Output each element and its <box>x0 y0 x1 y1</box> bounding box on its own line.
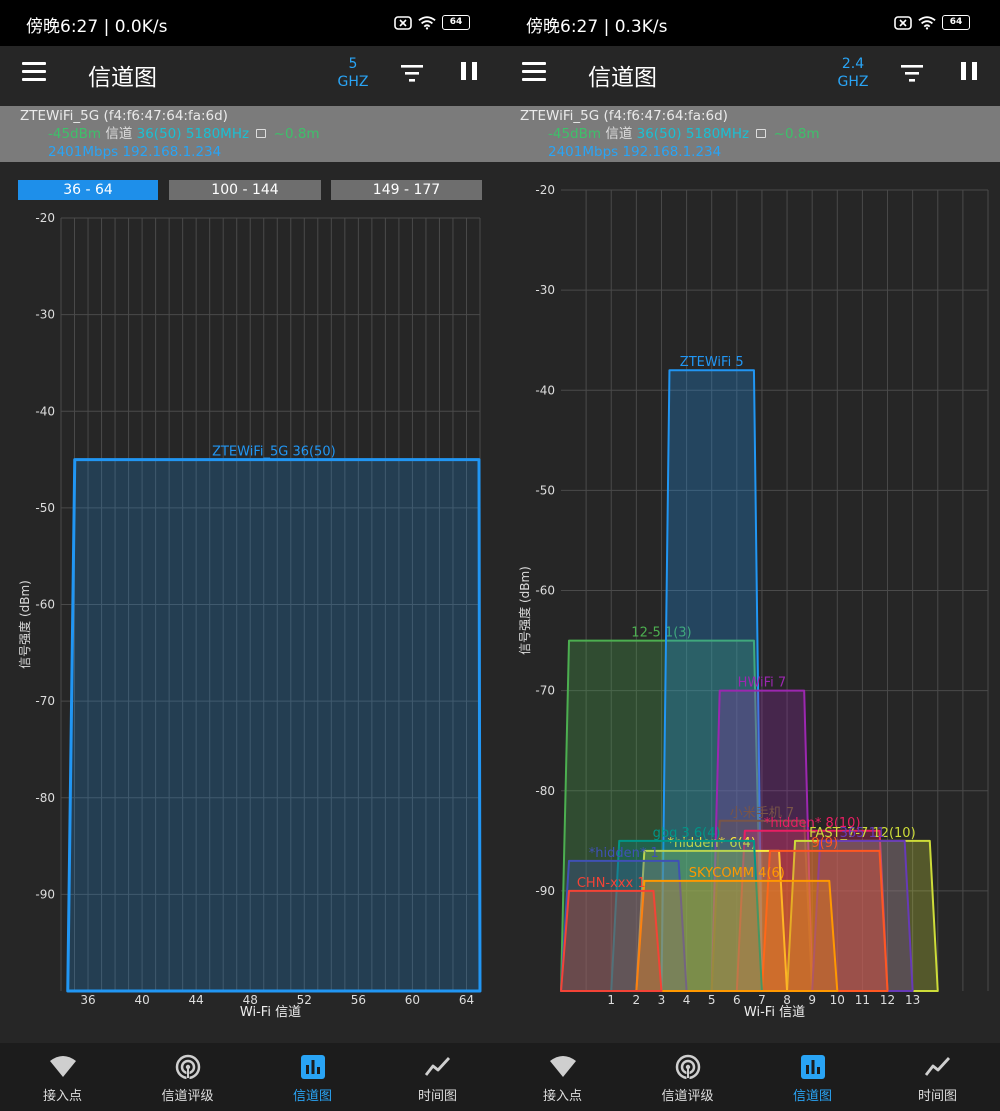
x-tick-label: 3 <box>658 993 666 1007</box>
y-tick-label: -30 <box>35 308 55 322</box>
nav-access-points[interactable]: 接入点 <box>0 1043 125 1111</box>
nav-label: 信道评级 <box>161 1089 214 1104</box>
x-tick-label: 12 <box>880 993 895 1007</box>
y-tick-label: -30 <box>535 283 555 297</box>
nav-label: 信道图 <box>292 1089 332 1104</box>
nav-access-points[interactable]: 接入点 <box>500 1043 625 1111</box>
x-axis-label: Wi-Fi 信道 <box>240 1005 301 1020</box>
y-tick-label: -80 <box>35 791 55 805</box>
channel-chart-5ghz: -20-30-40-50-60-70-80-9036 40 44 48 52 56 60 64… <box>17 211 482 1020</box>
network-label: *hidden* 1 <box>589 846 659 861</box>
bottom-nav: 接入点 信道评级 信道图 时间图 <box>500 1043 1000 1111</box>
x-tick-label: 9 <box>808 993 816 1007</box>
x-tick-label: 5 <box>708 993 716 1007</box>
signal-area <box>560 889 663 992</box>
bottom-nav: 接入点 信道评级 信道图 时间图 <box>0 1043 500 1111</box>
x-tick-label: 44 <box>189 993 204 1007</box>
rating-icon <box>175 1054 201 1080</box>
y-tick-label: -40 <box>535 383 555 397</box>
y-tick-label: -90 <box>35 887 55 901</box>
y-tick-label: -20 <box>535 183 555 197</box>
x-tick-label: 6 <box>733 993 741 1007</box>
y-tick-label: -70 <box>535 684 555 698</box>
line-chart-icon <box>424 1057 451 1076</box>
line-chart-icon <box>924 1057 951 1076</box>
nav-label: 接入点 <box>42 1089 82 1104</box>
x-tick-label: 40 <box>134 993 149 1007</box>
x-tick-label: 4 <box>683 993 691 1007</box>
nav-label: 信道图 <box>792 1089 832 1104</box>
nav-label: 时间图 <box>417 1089 457 1104</box>
network-label: CHN-xxx 1 <box>577 876 646 891</box>
nav-channel-graph[interactable]: 信道图 <box>750 1043 875 1111</box>
network-label: SKYCOMM 4(6) <box>689 866 785 881</box>
network-label: ZTEWiFi 5 <box>680 355 744 370</box>
nav-label: 接入点 <box>542 1089 582 1104</box>
nav-label: 信道评级 <box>661 1089 714 1104</box>
bar-chart-icon <box>301 1055 325 1079</box>
network-label: HWiFi 7 <box>738 676 787 691</box>
rating-icon <box>675 1054 701 1080</box>
nav-channel-graph[interactable]: 信道图 <box>250 1043 375 1111</box>
x-tick-label: 1 <box>607 993 615 1007</box>
nav-channel-rating[interactable]: 信道评级 <box>625 1043 750 1111</box>
wifi-icon <box>50 1056 76 1077</box>
y-tick-label: -80 <box>535 784 555 798</box>
nav-label: 时间图 <box>917 1089 957 1104</box>
signal-area <box>66 458 482 993</box>
y-tick-label: -70 <box>35 694 55 708</box>
network-label: 365 11 <box>840 826 886 841</box>
y-axis-label: 信号强度 (dBm) <box>517 566 532 655</box>
channel-chart-2-4ghz: -20-30-40-50-60-70-80-901 2 3 4 5 6 7 8 9 10 11 12 1… <box>517 183 989 1020</box>
nav-time-graph[interactable]: 时间图 <box>875 1043 1000 1111</box>
screen-2-4ghz: 傍晚6:27 | 0.3K/s 64 信道图 2.4 GHZ ZTEWiFi_5… <box>500 0 1000 1111</box>
signal-area <box>635 879 839 992</box>
x-tick-label: 60 <box>405 993 420 1007</box>
x-tick-label: 13 <box>905 993 920 1007</box>
y-tick-label: -50 <box>535 483 555 497</box>
x-tick-label: 36 <box>80 993 95 1007</box>
x-tick-label: 2 <box>633 993 641 1007</box>
x-axis-label: Wi-Fi 信道 <box>744 1005 805 1020</box>
network-label: ZTEWiFi_5G 36(50) <box>212 445 336 460</box>
y-tick-label: -60 <box>535 584 555 598</box>
screen-5ghz: 傍晚6:27 | 0.0K/s 64 信道图 5 GHZ ZTEWiFi_5G … <box>0 0 500 1111</box>
y-tick-label: -50 <box>35 501 55 515</box>
bar-chart-icon <box>801 1055 825 1079</box>
y-tick-label: -60 <box>35 598 55 612</box>
y-tick-label: -90 <box>535 884 555 898</box>
y-tick-label: -20 <box>35 211 55 225</box>
y-tick-label: -40 <box>35 404 55 418</box>
network-label: 9(9) <box>811 836 838 851</box>
x-tick-label: 11 <box>855 993 870 1007</box>
x-tick-label: 10 <box>830 993 845 1007</box>
y-axis-label: 信号强度 (dBm) <box>17 580 32 669</box>
x-tick-label: 56 <box>351 993 366 1007</box>
wifi-icon <box>550 1056 576 1077</box>
network-label: gbq 3 6(4) <box>653 826 721 841</box>
nav-channel-rating[interactable]: 信道评级 <box>125 1043 250 1111</box>
x-tick-label: 64 <box>459 993 474 1007</box>
nav-time-graph[interactable]: 时间图 <box>375 1043 500 1111</box>
